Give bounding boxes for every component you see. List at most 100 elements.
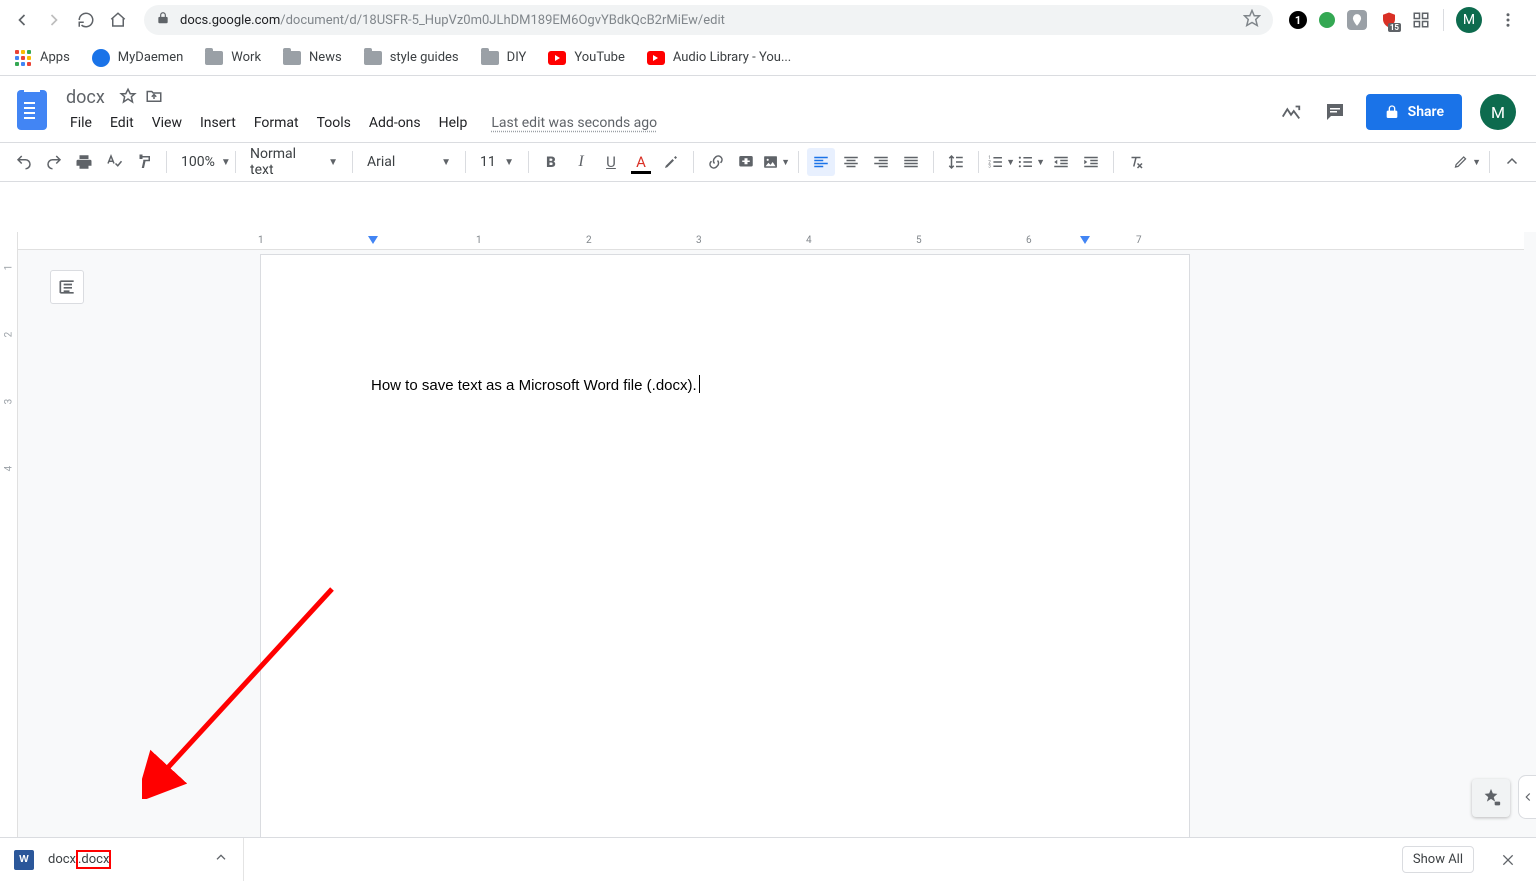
extension-grid[interactable]: [1411, 10, 1431, 30]
align-center-button[interactable]: [837, 148, 865, 176]
browser-toolbar: docs.google.com/document/d/18USFR-5_HupV…: [0, 0, 1536, 40]
bookmark-label: Apps: [40, 50, 70, 65]
side-panel-toggle[interactable]: [1518, 775, 1536, 819]
insert-link-button[interactable]: [702, 148, 730, 176]
spellcheck-button[interactable]: [100, 148, 128, 176]
forward-button[interactable]: [40, 6, 68, 34]
explore-button[interactable]: [1472, 779, 1510, 817]
account-avatar[interactable]: M: [1480, 94, 1516, 130]
menu-view[interactable]: View: [144, 111, 190, 135]
line-spacing-button[interactable]: [942, 148, 970, 176]
close-downloads-button[interactable]: [1494, 846, 1522, 874]
menu-format[interactable]: Format: [246, 111, 307, 135]
downloads-bar: W docx.docx Show All: [0, 837, 1536, 881]
menu-tools[interactable]: Tools: [309, 111, 359, 135]
redo-button[interactable]: [40, 148, 68, 176]
menu-file[interactable]: File: [62, 111, 100, 135]
bookmark-label: Work: [231, 50, 261, 65]
menu-addons[interactable]: Add-ons: [361, 111, 429, 135]
docs-logo[interactable]: [12, 84, 52, 136]
outline-toggle-button[interactable]: [50, 270, 84, 304]
bulleted-list-button[interactable]: ▼: [1017, 148, 1045, 176]
ruler-tick: 3: [696, 235, 702, 246]
activity-icon[interactable]: [1278, 99, 1304, 125]
bookmark-mydaemen[interactable]: MyDaemen: [92, 49, 183, 67]
document-title[interactable]: docx: [62, 86, 109, 109]
italic-button[interactable]: I: [567, 148, 595, 176]
comments-icon[interactable]: [1322, 99, 1348, 125]
bookmark-audio-library[interactable]: Audio Library - You...: [647, 49, 791, 67]
undo-button[interactable]: [10, 148, 38, 176]
download-menu-button[interactable]: [213, 850, 229, 870]
highlight-button[interactable]: [657, 148, 685, 176]
numbered-list-button[interactable]: 123▼: [987, 148, 1015, 176]
bookmark-apps[interactable]: Apps: [14, 49, 70, 67]
docs-header: docx File Edit View Insert Format Tools …: [0, 76, 1536, 136]
address-bar[interactable]: docs.google.com/document/d/18USFR-5_HupV…: [144, 5, 1273, 35]
ruler-tick: 6: [1026, 235, 1032, 246]
secure-icon: [156, 11, 170, 29]
download-item[interactable]: W docx.docx: [14, 838, 244, 881]
bookmark-folder-diy[interactable]: DIY: [481, 49, 527, 67]
decrease-indent-button[interactable]: [1047, 148, 1075, 176]
font-family-select[interactable]: Arial▼: [361, 154, 457, 170]
ruler-indent-left[interactable]: [368, 236, 378, 244]
star-icon[interactable]: [119, 87, 137, 109]
align-left-button[interactable]: [807, 148, 835, 176]
vertical-ruler: 1234: [0, 232, 18, 837]
collapse-toolbar-button[interactable]: [1498, 148, 1526, 176]
menu-bar: File Edit View Insert Format Tools Add-o…: [62, 111, 1268, 135]
move-icon[interactable]: [145, 87, 163, 109]
paint-format-button[interactable]: [130, 148, 158, 176]
browser-menu-button[interactable]: [1494, 6, 1522, 34]
insert-image-button[interactable]: ▼: [762, 148, 790, 176]
text-color-button[interactable]: A: [627, 148, 655, 176]
back-button[interactable]: [8, 6, 36, 34]
insert-comment-button[interactable]: [732, 148, 760, 176]
clear-formatting-button[interactable]: [1122, 148, 1150, 176]
extension-green[interactable]: [1319, 12, 1335, 28]
align-justify-button[interactable]: [897, 148, 925, 176]
divider: [1443, 9, 1444, 31]
bookmark-label: DIY: [507, 50, 527, 65]
share-button[interactable]: Share: [1366, 94, 1462, 130]
menu-insert[interactable]: Insert: [192, 111, 244, 135]
ruler-tick: 2: [586, 235, 592, 246]
home-button[interactable]: [104, 6, 132, 34]
ruler-indent-right[interactable]: [1080, 236, 1090, 244]
profile-avatar[interactable]: M: [1456, 7, 1482, 33]
menu-edit[interactable]: Edit: [102, 111, 142, 135]
hide-ruler-button[interactable]: [1510, 235, 1530, 255]
ruler-tick: 4: [806, 235, 812, 246]
underline-button[interactable]: U: [597, 148, 625, 176]
bookmark-star-icon[interactable]: [1243, 9, 1261, 31]
align-right-button[interactable]: [867, 148, 895, 176]
extension-badge[interactable]: 1: [1289, 11, 1307, 29]
document-body-text[interactable]: How to save text as a Microsoft Word fil…: [371, 375, 700, 394]
last-edit-link[interactable]: Last edit was seconds ago: [477, 115, 657, 131]
bold-button[interactable]: B: [537, 148, 565, 176]
ruler-tick: 7: [1136, 235, 1142, 246]
reload-button[interactable]: [72, 6, 100, 34]
document-page[interactable]: How to save text as a Microsoft Word fil…: [260, 254, 1190, 837]
bookmark-label: MyDaemen: [118, 50, 183, 65]
horizontal-ruler[interactable]: 11234567: [18, 232, 1524, 250]
share-label: Share: [1408, 104, 1444, 120]
bookmark-folder-news[interactable]: News: [283, 49, 342, 67]
bookmark-folder-style-guides[interactable]: style guides: [364, 49, 459, 67]
paragraph-style-select[interactable]: Normal text▼: [244, 146, 344, 178]
menu-help[interactable]: Help: [431, 111, 476, 135]
editing-mode-button[interactable]: ▼: [1453, 148, 1481, 176]
zoom-select[interactable]: 100%▼: [175, 154, 227, 170]
bookmark-youtube[interactable]: YouTube: [548, 49, 625, 67]
increase-indent-button[interactable]: [1077, 148, 1105, 176]
ruler-tick: 1: [258, 235, 264, 246]
show-all-button[interactable]: Show All: [1402, 846, 1474, 873]
ruler-tick: 1: [476, 235, 482, 246]
print-button[interactable]: [70, 148, 98, 176]
extension-shield[interactable]: 15: [1379, 10, 1399, 30]
bookmark-label: News: [309, 50, 342, 65]
extension-gray[interactable]: [1347, 10, 1367, 30]
font-size-select[interactable]: 11▼: [474, 154, 520, 170]
bookmark-folder-work[interactable]: Work: [205, 49, 261, 67]
